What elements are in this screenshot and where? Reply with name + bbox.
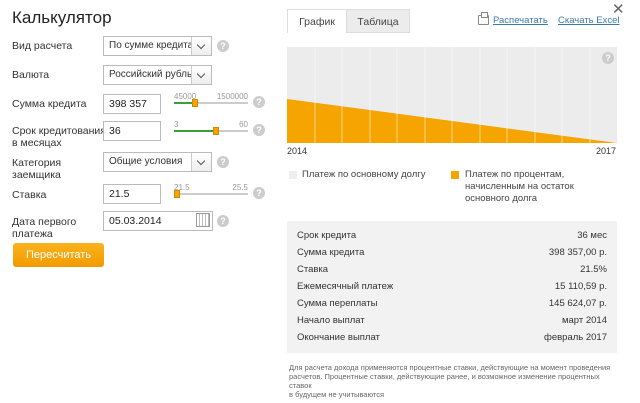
page-title: Калькулятор [12,8,112,27]
legend-label: Платеж по процентам, [465,169,565,180]
help-icon[interactable]: ? [253,96,265,108]
help-icon[interactable]: ? [217,40,229,52]
currency-select[interactable]: Российский рубль [103,65,212,85]
table-row: Сумма переплаты 145 624,07 р. [287,295,617,312]
slider-thumb[interactable] [213,127,219,135]
chevron-down-icon[interactable] [191,153,211,171]
slider-thumb[interactable] [192,99,198,107]
table-row: Окончание выплат февраль 2017 [287,329,617,346]
summary-value: 145 624,07 р. [548,298,607,309]
legend-label: Платеж по основному долгу [302,169,426,180]
legend-label: начисленным на остаток [465,181,574,192]
payment-chart [287,47,617,143]
tab-graph[interactable]: График [287,9,347,33]
slider-thumb[interactable] [174,190,180,198]
note-line: Для расчета дохода применяются процентны… [289,363,611,372]
help-icon[interactable]: ? [253,187,265,199]
summary-key: Ставка [297,264,329,275]
help-icon[interactable]: ? [253,124,265,136]
help-icon[interactable]: ? [602,52,614,64]
calendar-icon[interactable] [196,213,210,227]
table-row: Начало выплат март 2014 [287,312,617,329]
summary-value: 36 мес [577,230,607,241]
summary-key: Сумма переплаты [297,298,378,309]
rate-slider[interactable]: 21.5 25.5 [174,183,248,199]
summary-value: март 2014 [561,315,607,326]
currency-label: Валюта [12,69,50,81]
summary-value: 21.5% [580,264,607,275]
summary-key: Начало выплат [297,315,365,326]
currency-value: Российский рубль [109,69,193,80]
calc-type-value: По сумме кредита [109,40,194,51]
chart-area [287,47,617,143]
table-row: Сумма кредита 398 357,00 р. [287,244,617,261]
first-payment-label-line1: Дата первого [12,216,77,228]
summary-key: Сумма кредита [297,247,365,258]
legend-swatch-principal [289,171,297,179]
amount-input[interactable]: 398 357 [103,94,161,114]
term-label-line2: в месяцах [12,137,62,149]
slider-fill [174,102,194,104]
term-input[interactable]: 36 [103,121,161,141]
table-row: Ежемесячный платеж 15 110,59 р. [287,278,617,295]
term-min: 3 [174,120,179,129]
borrower-label-line2: заемщика [12,169,61,181]
x-tick-label: 2017 [596,146,617,156]
chevron-down-icon[interactable] [191,66,211,84]
table-row: Ставка 21.5% [287,261,617,278]
legend-swatch-interest [451,171,459,179]
note-line: в будущем не учитываются [289,390,385,399]
calc-type-select[interactable]: По сумме кредита [103,36,212,56]
summary-table: Срок кредита 36 мес Сумма кредита 398 357,… [287,221,617,353]
tab-table[interactable]: Таблица [346,9,410,33]
rate-label: Ставка [12,189,47,201]
help-icon[interactable]: ? [217,156,229,168]
print-link[interactable]: Распечатать [493,15,548,26]
summary-value: 398 357,00 р. [548,247,607,258]
rate-max: 25.5 [232,183,248,192]
borrower-select[interactable]: Общие условия [103,152,212,172]
term-slider[interactable]: 3 60 [174,120,248,136]
calc-type-label: Вид расчета [12,40,73,52]
amount-slider[interactable]: 45000 1500000 [174,92,248,108]
first-payment-label-line2: платежа [12,228,53,240]
term-max: 60 [239,120,248,129]
excel-link[interactable]: Скачать Excel [558,15,620,26]
term-label-line1: Срок кредитования [12,125,106,137]
x-tick-label: 2014 [287,146,308,156]
slider-track [174,193,248,195]
legend-label: основного долга [465,193,538,204]
summary-key: Срок кредита [297,230,357,241]
table-row: Срок кредита 36 мес [287,227,617,244]
summary-value: февраль 2017 [544,332,607,343]
disclaimer-note: Для расчета дохода применяются процентны… [289,363,619,399]
summary-key: Ежемесячный платеж [297,281,394,292]
borrower-label-line1: Категория [12,157,62,169]
rate-input[interactable]: 21.5 [103,184,161,204]
summary-value: 15 110,59 р. [554,281,607,292]
slider-fill [174,130,216,132]
borrower-value: Общие условия [109,156,183,167]
amount-label: Сумма кредита [12,98,87,110]
printer-icon[interactable] [478,12,489,25]
summary-key: Окончание выплат [297,332,380,343]
help-icon[interactable]: ? [217,215,229,227]
recalculate-button[interactable]: Пересчитать [13,243,104,267]
note-line: расчетов. Процентные ставки, действующие… [289,372,600,390]
chevron-down-icon[interactable] [191,37,211,55]
amount-max: 1500000 [216,92,248,101]
